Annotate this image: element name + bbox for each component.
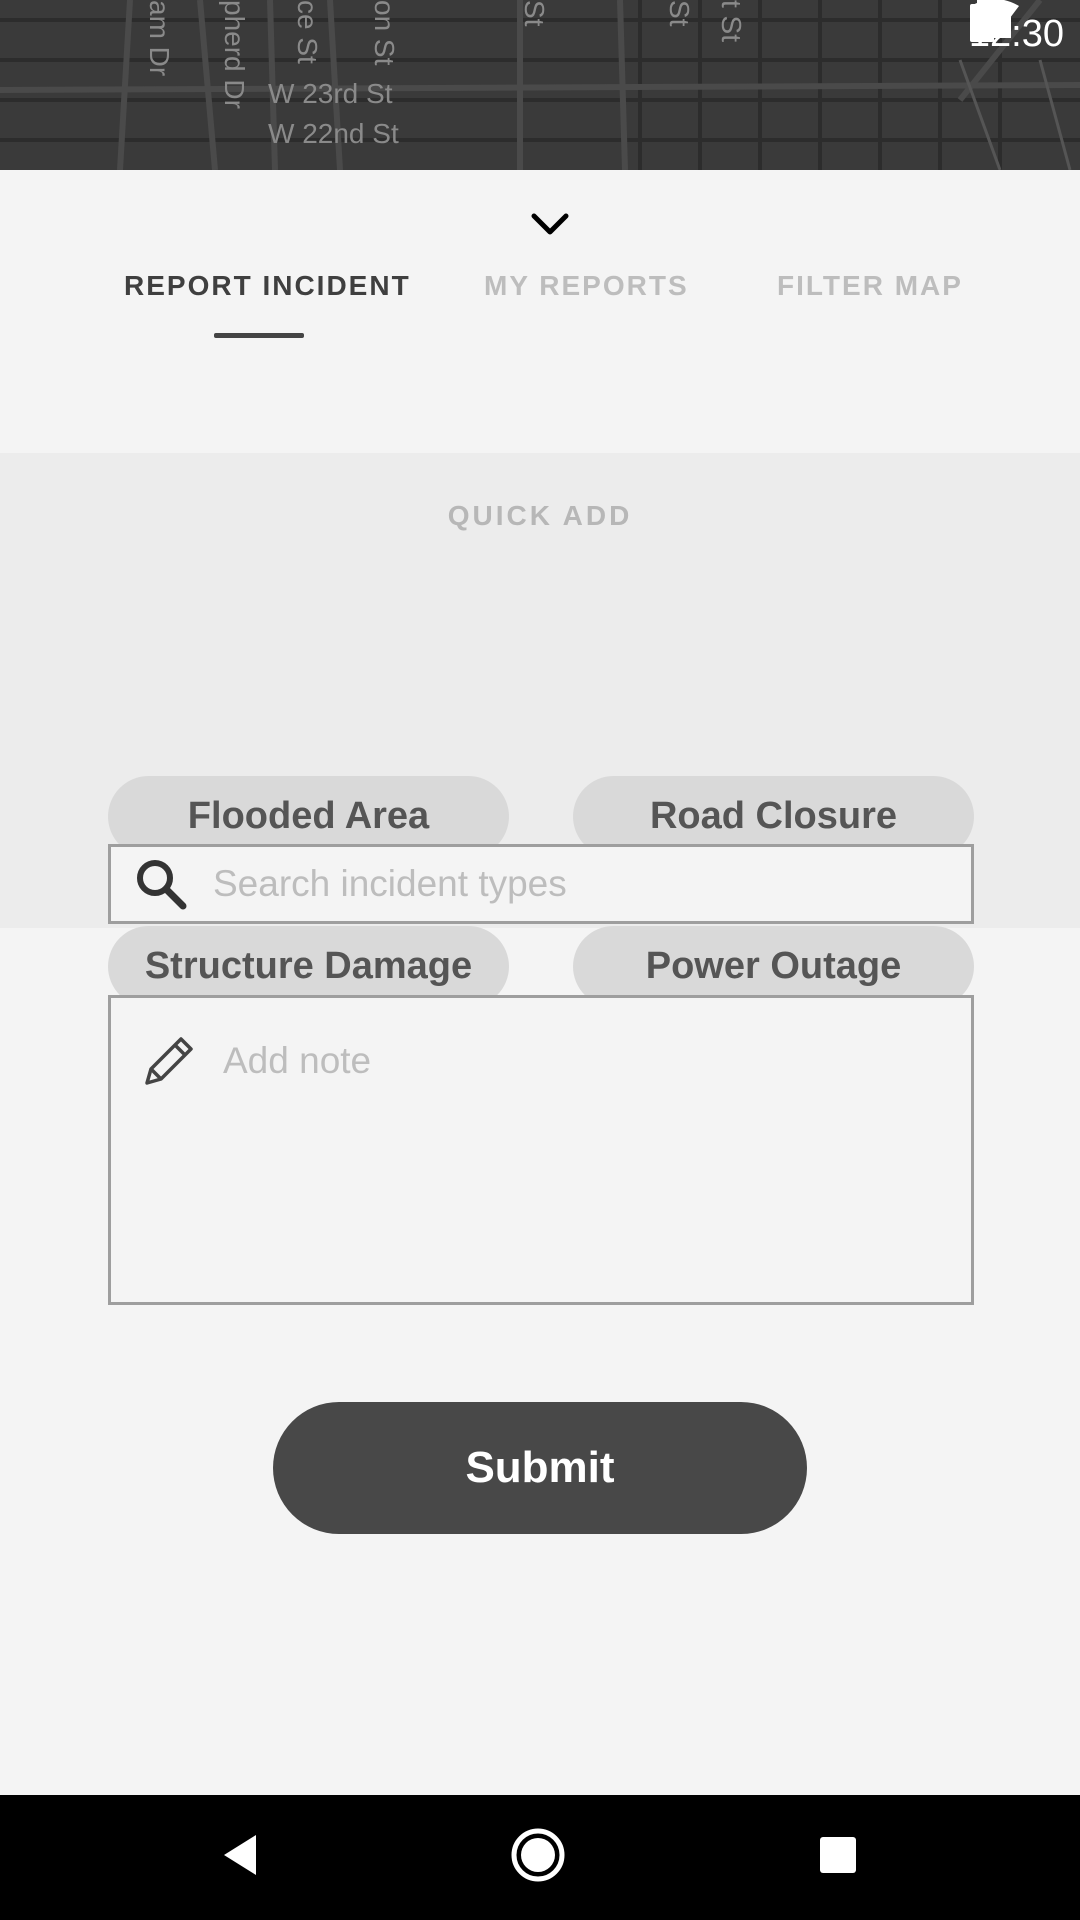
status-bar: 12:30 (969, 0, 1080, 68)
street-label: St (519, 0, 550, 27)
chip-label: Road Closure (649, 795, 898, 837)
street-label: W 23rd St (268, 78, 393, 109)
active-tab-indicator (214, 333, 304, 338)
street-label: am Dr (144, 0, 175, 77)
street-label: pherd Dr (219, 0, 250, 109)
street-label: t St (716, 0, 747, 43)
recents-icon[interactable] (808, 1825, 868, 1885)
street-label: St (664, 0, 695, 27)
back-icon[interactable] (210, 1825, 270, 1885)
pencil-icon (145, 1037, 193, 1085)
tab-filter-map[interactable]: FILTER MAP (777, 270, 963, 302)
chip-label: Structure Damage (144, 945, 473, 987)
tab-report-incident[interactable]: REPORT INCIDENT (124, 270, 411, 302)
navigation-bar (0, 1795, 1080, 1920)
tab-my-reports[interactable]: MY REPORTS (484, 270, 689, 302)
note-placeholder: Add note (223, 1040, 372, 1081)
search-placeholder: Search incident types (213, 863, 567, 904)
battery-icon (969, 0, 994, 42)
submit-button[interactable]: Submit (273, 1402, 807, 1534)
submit-label: Submit (465, 1443, 615, 1492)
street-label: W 22nd St (268, 118, 399, 149)
chevron-down-icon[interactable] (530, 210, 570, 240)
home-icon[interactable] (508, 1825, 568, 1885)
chip-label: Power Outage (645, 945, 902, 987)
search-input[interactable]: Search incident types (108, 844, 974, 924)
search-icon (137, 860, 187, 910)
street-label: ce St (292, 0, 323, 64)
street-label: on St (369, 0, 400, 66)
tab-bar: REPORT INCIDENT MY REPORTS FILTER MAP (0, 270, 1080, 350)
incident-sheet: REPORT INCIDENT MY REPORTS FILTER MAP QU… (0, 170, 1080, 1795)
chip-label: Flooded Area (187, 795, 430, 837)
note-field[interactable]: Add note (108, 995, 974, 1305)
quick-add-title: QUICK ADD (447, 500, 633, 531)
map-background[interactable]: W 23rd St W 22nd St am Dr pherd Dr ce St… (0, 0, 1080, 170)
